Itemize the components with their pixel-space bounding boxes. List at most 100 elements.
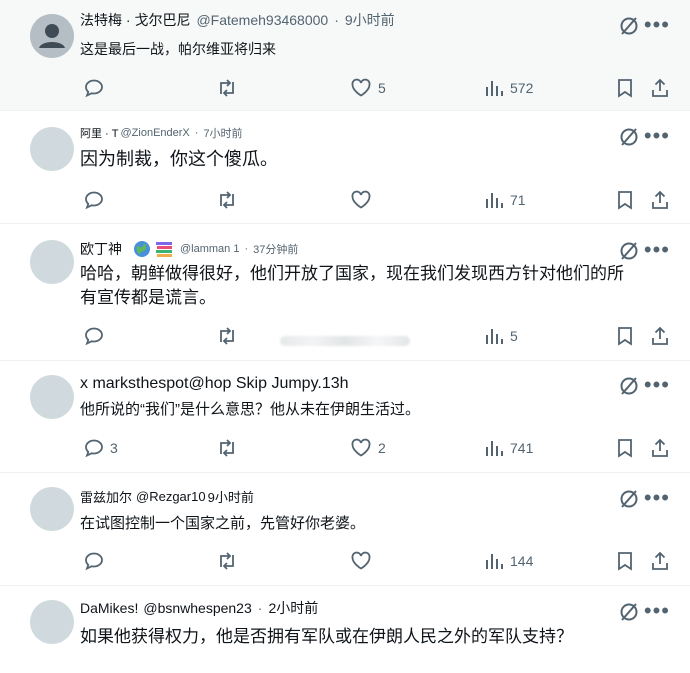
views-count: 71 (510, 192, 526, 208)
more-icon[interactable]: ••• (644, 239, 670, 261)
more-icon[interactable]: ••• (644, 374, 670, 396)
post-text-line: 因为制裁，你这个傻瓜。 (80, 149, 278, 169)
more-icon[interactable]: ••• (644, 125, 670, 147)
translate-icon[interactable] (618, 601, 640, 628)
bookmark-button[interactable] (616, 436, 634, 460)
avatar[interactable] (30, 240, 74, 284)
author-handle[interactable]: @Rezgar10 (136, 489, 206, 504)
repost-button[interactable] (216, 188, 244, 212)
avatar[interactable] (30, 600, 74, 644)
share-icon (652, 326, 668, 345)
post-time[interactable]: 2小时前 (268, 598, 318, 618)
author-name[interactable]: x marksthespot@hop Skip Jumpy.13h (80, 375, 349, 393)
reply-button[interactable]: 3 (84, 436, 118, 460)
views-count: 144 (510, 553, 534, 569)
post-text: 哈哈，朝鲜做得很好，他们开放了国家，现在我们发现西方针对他们的所 有宣传都是谎言… (80, 262, 660, 310)
author-name[interactable]: 阿里 · T (80, 125, 119, 141)
post-text: 他所说的“我们”是什么意思？他从未在伊朗生活过。 (80, 397, 660, 423)
share-icon (652, 78, 668, 97)
bookmark-button[interactable] (616, 76, 634, 100)
avatar[interactable] (30, 127, 74, 171)
post-text: 如果他获得权力，他是否拥有军队或在伊朗人民之外的军队支持？ (80, 624, 660, 650)
author-handle[interactable]: @bsnwhespen23 (143, 600, 251, 616)
views-button[interactable]: 144 (484, 549, 533, 573)
more-icon[interactable]: ••• (644, 14, 670, 36)
action-bar: 144 (80, 549, 672, 573)
translate-icon[interactable] (618, 488, 640, 515)
reply-post[interactable]: DaMikes! @bsnwhespen23 · 2小时前 如果他获得权力，他是… (0, 586, 690, 673)
reply-post[interactable]: x marksthespot@hop Skip Jumpy.13h 他所说的“我… (0, 361, 690, 473)
share-button[interactable] (650, 549, 670, 573)
bookmark-button[interactable] (616, 188, 634, 212)
separator-dot: · (334, 12, 339, 28)
avatar[interactable] (30, 487, 74, 531)
separator-dot: · (244, 243, 249, 255)
repost-icon (220, 327, 234, 345)
share-button[interactable] (650, 324, 670, 348)
avatar[interactable] (30, 14, 74, 58)
reply-button[interactable] (84, 188, 110, 212)
author-handle[interactable]: @ZionEnderX (121, 127, 190, 139)
post-time[interactable]: 9小时前 (208, 487, 254, 505)
like-count: 2 (378, 440, 386, 456)
repost-button[interactable] (216, 76, 244, 100)
repost-icon (220, 79, 234, 97)
translate-icon[interactable] (618, 375, 640, 402)
repost-button[interactable] (216, 436, 244, 460)
post-text: 因为制裁，你这个傻瓜。 (80, 146, 660, 172)
translate-icon[interactable] (618, 240, 640, 267)
reply-icon (85, 552, 103, 571)
author-name[interactable]: 法特梅 · 戈尔巴尼 (80, 10, 190, 30)
profile-badges (132, 239, 174, 259)
post-time[interactable]: 9小时前 (345, 10, 395, 30)
like-button[interactable]: 2 (350, 436, 386, 460)
share-icon (652, 551, 668, 570)
repost-icon (220, 191, 234, 209)
author-name[interactable]: 雷兹加尔 (80, 487, 132, 505)
post-time[interactable]: 7小时前 (203, 125, 242, 141)
repost-button[interactable] (216, 549, 244, 573)
share-button[interactable] (650, 436, 670, 460)
views-button[interactable]: 572 (484, 76, 533, 100)
post-time[interactable]: 37分钟前 (253, 241, 298, 257)
author-name[interactable]: 欧丁神 (80, 239, 122, 259)
repost-button[interactable] (216, 324, 244, 348)
translate-icon[interactable] (618, 126, 640, 153)
bookmark-button[interactable] (616, 549, 634, 573)
reply-icon (85, 191, 103, 210)
reply-button[interactable] (84, 76, 110, 100)
reply-icon (85, 327, 103, 346)
author-handle[interactable]: @lamman 1 (180, 243, 239, 255)
share-icon (652, 190, 668, 209)
author-name[interactable]: DaMikes! (80, 600, 138, 616)
views-button[interactable]: 741 (484, 436, 533, 460)
reply-post[interactable]: 法特梅 · 戈尔巴尼 @Fatemeh93468000 · 9小时前 这是最后一… (0, 0, 690, 111)
like-button[interactable]: 5 (350, 76, 386, 100)
bookmark-button[interactable] (616, 324, 634, 348)
share-button[interactable] (650, 188, 670, 212)
views-button[interactable]: 5 (484, 324, 518, 348)
redacted-watermark (280, 336, 410, 346)
translate-icon[interactable] (618, 15, 640, 42)
reply-button[interactable] (84, 549, 110, 573)
post-text-line: 这是最后一战，帕尔维亚将归来 (80, 41, 276, 57)
post-header: DaMikes! @bsnwhespen23 · 2小时前 (80, 598, 610, 618)
author-handle[interactable]: @Fatemeh93468000 (196, 12, 328, 28)
bookmark-icon (618, 79, 632, 98)
more-icon[interactable]: ••• (644, 487, 670, 509)
views-button[interactable]: 71 (484, 188, 526, 212)
more-icon[interactable]: ••• (644, 600, 670, 622)
like-button[interactable] (350, 188, 378, 212)
post-text: 在试图控制一个国家之前，先管好你老婆。 (80, 511, 660, 537)
reply-button[interactable] (84, 324, 110, 348)
views-icon (486, 81, 503, 96)
separator-dot: · (194, 127, 199, 139)
avatar[interactable] (30, 375, 74, 419)
share-icon (652, 438, 668, 457)
reply-post[interactable]: 阿里 · T @ZionEnderX · 7小时前 因为制裁，你这个傻瓜。 ••… (0, 111, 690, 224)
reply-post[interactable]: 雷兹加尔 @Rezgar10 9小时前 在试图控制一个国家之前，先管好你老婆。 … (0, 473, 690, 586)
share-button[interactable] (650, 76, 670, 100)
heart-icon (351, 190, 371, 209)
bookmark-icon (618, 327, 632, 346)
like-button[interactable] (350, 549, 378, 573)
